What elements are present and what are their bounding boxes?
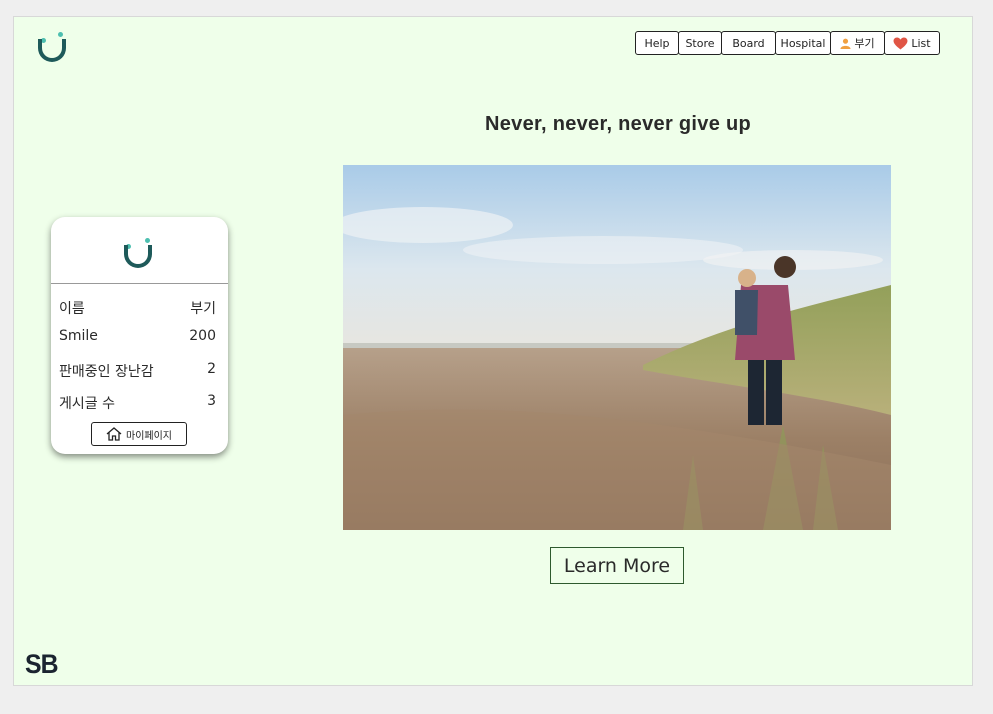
profile-smile-label: Smile — [59, 328, 98, 344]
nav-board-button[interactable]: Board — [721, 31, 776, 55]
profile-posts-value: 3 — [207, 393, 216, 409]
nav-board-label: Board — [732, 36, 765, 50]
nav-store-label: Store — [685, 36, 715, 50]
profile-card: 이름 부기 Smile 200 판매중인 장난감 2 게시글 수 3 마이페이지 — [51, 217, 228, 454]
nav-user-label: 부기 — [854, 37, 875, 50]
profile-posts-label: 게시글 수 — [59, 396, 115, 412]
profile-row-toys: 판매중인 장난감 2 — [59, 361, 216, 381]
logo-right-dot — [58, 32, 63, 37]
nav-hospital-label: Hospital — [780, 36, 826, 50]
user-icon — [840, 38, 851, 49]
page-headline: Never, never, never give up — [484, 113, 752, 135]
heart-icon — [893, 36, 908, 50]
profile-row-name: 이름 부기 — [59, 298, 216, 318]
home-icon — [106, 427, 122, 441]
nav-store-button[interactable]: Store — [678, 31, 722, 55]
nav-list-label: List — [911, 36, 931, 50]
nav-list-button[interactable]: List — [884, 31, 940, 55]
profile-toys-value: 2 — [207, 361, 216, 377]
nav-help-button[interactable]: Help — [635, 31, 679, 55]
top-nav: Help Store Board Hospital 부기 List — [635, 31, 940, 55]
mypage-button[interactable]: 마이페이지 — [91, 422, 187, 446]
nav-help-label: Help — [644, 36, 670, 50]
profile-row-posts: 게시글 수 3 — [59, 393, 216, 413]
hero-image — [343, 165, 891, 530]
learn-more-label: Learn More — [563, 554, 671, 577]
logo[interactable] — [38, 32, 68, 64]
profile-name-label: 이름 — [59, 301, 85, 317]
profile-logo-smile — [124, 245, 152, 268]
mypage-label: 마이페이지 — [126, 430, 172, 442]
profile-name-value: 부기 — [190, 301, 216, 317]
profile-card-header — [51, 217, 228, 284]
profile-row-smile: Smile 200 — [59, 328, 216, 344]
profile-toys-label: 판매중인 장난감 — [59, 364, 154, 380]
nav-user-button[interactable]: 부기 — [830, 31, 885, 55]
page: Help Store Board Hospital 부기 List Never,… — [13, 16, 973, 686]
profile-logo-right-dot — [145, 238, 150, 243]
brand-logo: SB — [25, 649, 59, 679]
profile-smile-value: 200 — [189, 328, 216, 344]
logo-smile — [38, 39, 66, 62]
beach-photo — [343, 165, 891, 530]
learn-more-button[interactable]: Learn More — [550, 547, 684, 584]
nav-hospital-button[interactable]: Hospital — [775, 31, 831, 55]
profile-logo — [124, 238, 154, 270]
